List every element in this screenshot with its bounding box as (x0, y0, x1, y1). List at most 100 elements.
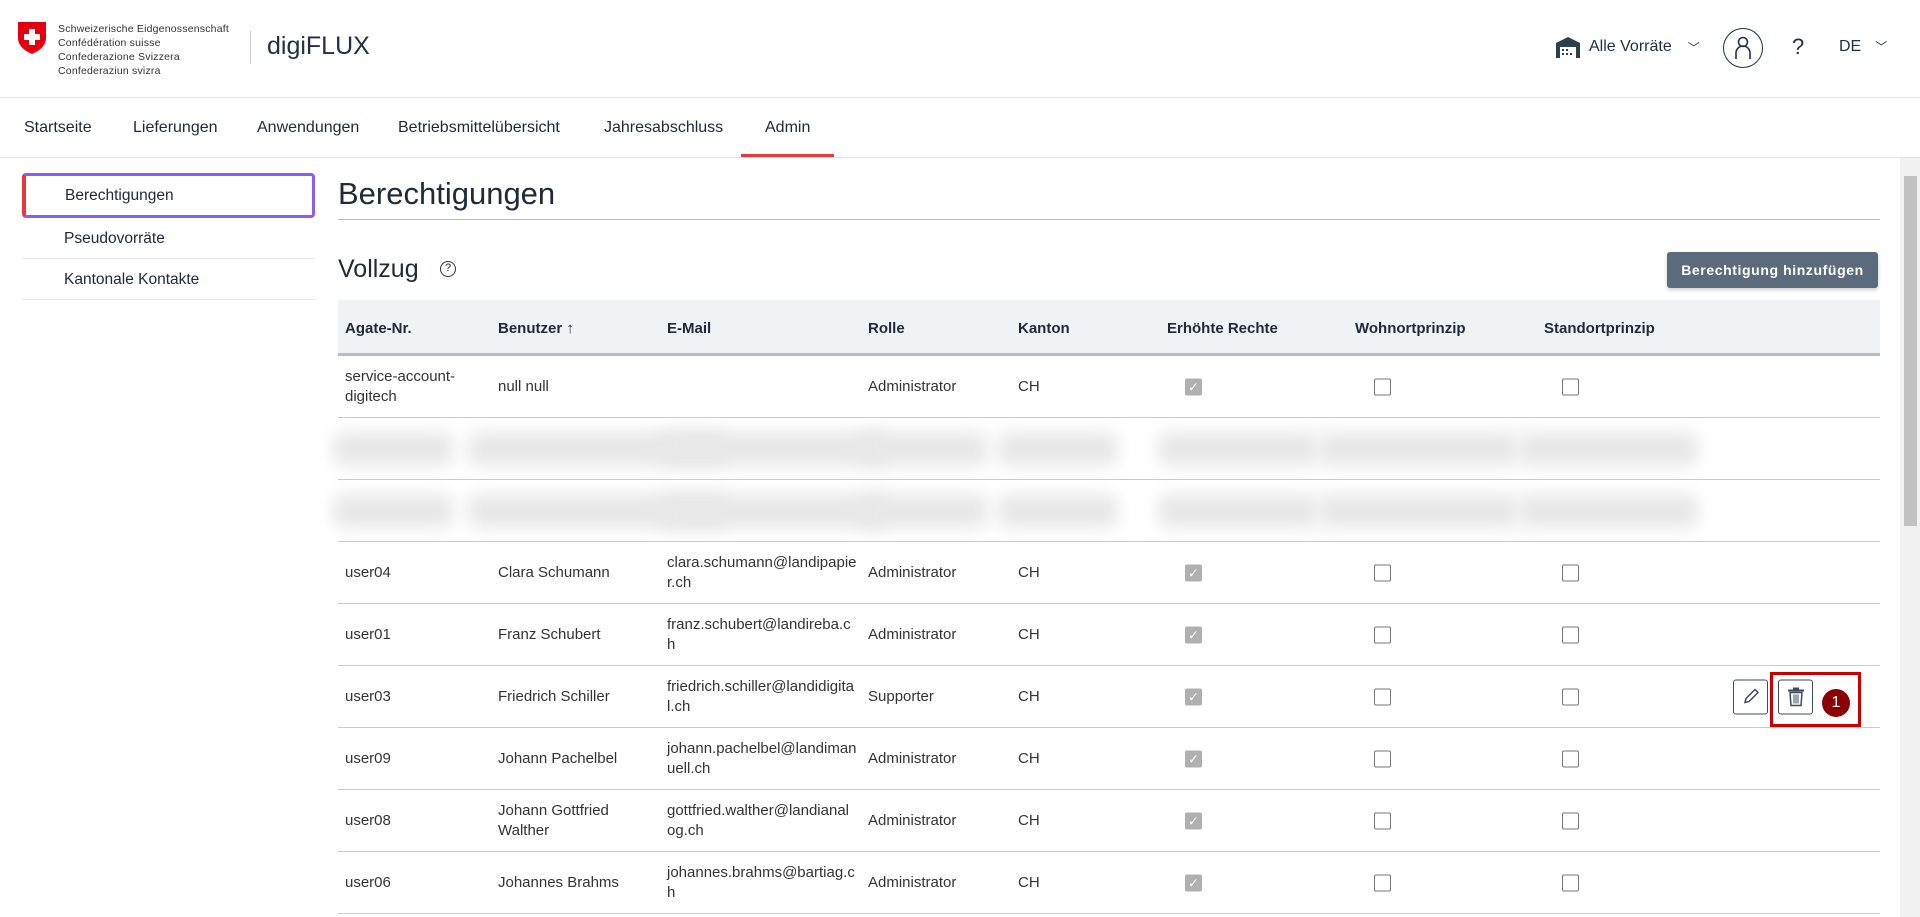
tab-startseite[interactable]: Startseite (0, 99, 116, 157)
checkbox-wohnort[interactable] (1374, 626, 1391, 643)
app-name: digiFLUX (267, 32, 370, 60)
checkbox-standort[interactable] (1562, 564, 1579, 581)
cell-user: Johannes Brahms (498, 873, 619, 891)
redacted-blur (658, 432, 888, 466)
checkbox-elevated[interactable]: ✓ (1185, 564, 1202, 581)
checkbox-standort[interactable] (1562, 688, 1579, 705)
checkbox-elevated[interactable]: ✓ (1185, 874, 1202, 891)
checkbox-wohnort[interactable] (1374, 750, 1391, 767)
cell-agate: user03 (345, 687, 391, 705)
cell-canton: CH (1018, 687, 1040, 705)
app-header: Schweizerische Eidgenossenschaft Confédér… (0, 0, 1920, 98)
cell-user: Clara Schumann (498, 563, 610, 581)
table-row: user01 Franz Schubert franz.schubert@landi… (338, 604, 1880, 666)
col-kanton[interactable]: Kanton (1018, 320, 1070, 337)
add-permission-button[interactable]: Berechtigung hinzufügen (1667, 252, 1878, 288)
redacted-blur (858, 432, 988, 466)
edit-button[interactable] (1733, 679, 1768, 714)
user-profile-button[interactable] (1723, 28, 1763, 68)
cell-role: Administrator (868, 811, 957, 829)
tab-betriebsmitteluebersicht[interactable]: Betriebsmittelübersicht (374, 99, 584, 157)
chevron-down-icon: ﹀ (1875, 40, 1888, 54)
redacted-blur (1158, 432, 1318, 466)
tab-lieferungen[interactable]: Lieferungen (109, 99, 242, 157)
checkbox-elevated[interactable]: ✓ (1185, 378, 1202, 395)
cell-agate: user06 (345, 873, 391, 891)
checkbox-wohnort[interactable] (1374, 812, 1391, 829)
redacted-blur (1518, 494, 1698, 528)
cell-canton: CH (1018, 625, 1040, 643)
redacted-blur (1158, 494, 1318, 528)
permissions-table: Agate-Nr. Benutzer ↑ E-Mail Rolle Kanton… (333, 300, 1880, 914)
redacted-blur (333, 432, 453, 466)
section-title: Vollzug (338, 255, 419, 283)
checkbox-elevated[interactable]: ✓ (1185, 626, 1202, 643)
cell-role: Supporter (868, 687, 934, 705)
checkbox-elevated[interactable]: ✓ (1185, 812, 1202, 829)
col-erhoehte-rechte[interactable]: Erhöhte Rechte (1167, 320, 1278, 337)
confederation-text: Schweizerische Eidgenossenschaft Confédér… (58, 23, 229, 77)
language-selector[interactable]: DE ﹀ (1839, 38, 1887, 56)
sidebar-item-berechtigungen[interactable]: Berechtigungen (22, 173, 315, 218)
cell-role: Administrator (868, 749, 957, 767)
main-nav: Startseite Lieferungen Anwendungen Betri… (0, 99, 1920, 158)
checkbox-elevated[interactable]: ✓ (1185, 688, 1202, 705)
table-row: user08 Johann Gottfried Walther gottfried.… (338, 790, 1880, 852)
redacted-blur (858, 494, 988, 528)
cell-agate: user09 (345, 749, 391, 767)
swiss-crest-icon (18, 22, 46, 54)
cell-agate: user01 (345, 625, 391, 643)
col-wohnortprinzip[interactable]: Wohnortprinzip (1355, 320, 1466, 337)
title-divider (338, 219, 1880, 220)
checkbox-standort[interactable] (1562, 812, 1579, 829)
redacted-blur (998, 432, 1118, 466)
table-row: user04 Clara Schumann clara.schumann@landi… (338, 542, 1880, 604)
cell-agate: user04 (345, 563, 391, 581)
sidebar-item-pseudovorraete[interactable]: Pseudovorräte (22, 218, 315, 259)
table-row: user03 Friedrich Schiller friedrich.schill… (338, 666, 1880, 728)
checkbox-wohnort[interactable] (1374, 378, 1391, 395)
checkbox-standort[interactable] (1562, 378, 1579, 395)
col-benutzer[interactable]: Benutzer ↑ (498, 320, 574, 337)
cell-role: Administrator (868, 377, 957, 395)
cell-canton: CH (1018, 377, 1040, 395)
checkbox-standort[interactable] (1562, 874, 1579, 891)
cell-canton: CH (1018, 749, 1040, 767)
col-agate[interactable]: Agate-Nr. (345, 320, 412, 337)
cell-role: Administrator (868, 625, 957, 643)
cell-agate: service-account-digitech (345, 367, 456, 405)
col-rolle[interactable]: Rolle (868, 320, 905, 337)
scrollbar-thumb[interactable] (1904, 176, 1917, 526)
redacted-blur (1318, 494, 1518, 528)
col-standortprinzip[interactable]: Standortprinzip (1544, 320, 1655, 337)
cell-role: Administrator (868, 873, 957, 891)
checkbox-wohnort[interactable] (1374, 564, 1391, 581)
table-row: user09 Johann Pachelbel johann.pachelbel@l… (338, 728, 1880, 790)
checkbox-standort[interactable] (1562, 626, 1579, 643)
cell-canton: CH (1018, 811, 1040, 829)
checkbox-wohnort[interactable] (1374, 688, 1391, 705)
cell-email: friedrich.schiller@landidigital.ch (667, 677, 854, 715)
help-button[interactable]: ? (1792, 34, 1804, 60)
checkbox-wohnort[interactable] (1374, 874, 1391, 891)
tab-anwendungen[interactable]: Anwendungen (233, 99, 383, 157)
help-circle-icon[interactable]: ? (440, 261, 456, 277)
redacted-blur (998, 494, 1118, 528)
table-row-redacted (333, 418, 1880, 480)
checkbox-standort[interactable] (1562, 750, 1579, 767)
stock-selector[interactable]: Alle Vorräte ﹀ (1555, 36, 1700, 58)
cell-email: johann.pachelbel@landimanuell.ch (667, 739, 857, 777)
warehouse-icon (1556, 37, 1580, 58)
chevron-down-icon: ﹀ (1687, 40, 1700, 55)
cell-canton: CH (1018, 873, 1040, 891)
sidebar-item-kantonale-kontakte[interactable]: Kantonale Kontakte (22, 259, 315, 300)
cell-email: gottfried.walther@landianalog.ch (667, 801, 849, 839)
table-row: service-account-digitech null null Adminis… (338, 356, 1880, 418)
table-row-redacted (333, 480, 1880, 542)
cell-role: Administrator (868, 563, 957, 581)
col-email[interactable]: E-Mail (667, 320, 711, 337)
cell-user: Franz Schubert (498, 625, 601, 643)
tab-admin[interactable]: Admin (741, 99, 835, 157)
checkbox-elevated[interactable]: ✓ (1185, 750, 1202, 767)
tab-jahresabschluss[interactable]: Jahresabschluss (580, 99, 747, 157)
